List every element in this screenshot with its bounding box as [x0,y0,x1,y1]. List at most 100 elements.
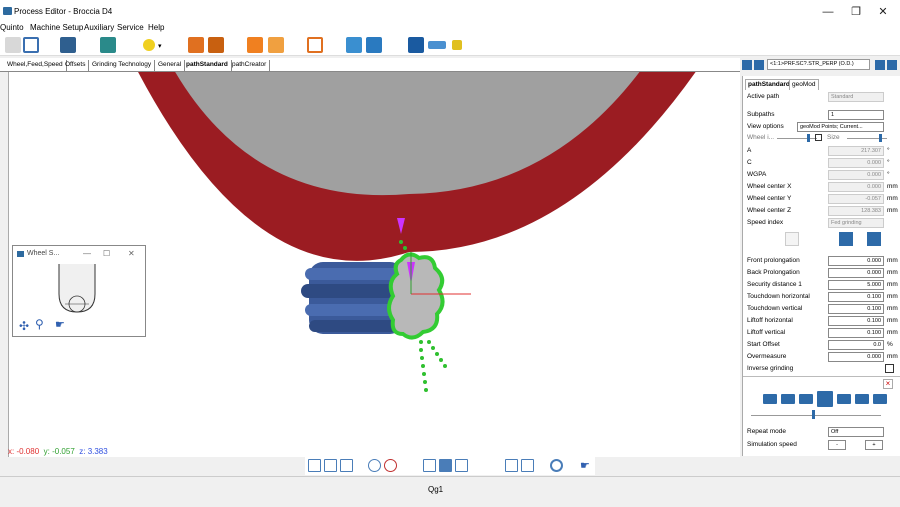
minimize-button[interactable]: — [815,5,841,19]
divider [743,376,900,377]
close-button[interactable]: ✕ [870,5,896,19]
param-input[interactable]: 5.000 [828,280,884,290]
menu-machine-setup[interactable]: Machine Setup [30,23,83,32]
inverse-grinding-checkbox[interactable] [885,364,894,373]
menu-help[interactable]: Help [148,23,164,32]
zoom-icon[interactable]: ⚲ [35,317,44,331]
edit-icon[interactable] [785,232,799,246]
measure-icon[interactable] [247,37,263,53]
repeat-mode-select[interactable]: Off [828,427,884,437]
record-icon[interactable] [550,459,563,472]
sim-speed-label: Simulation speed [747,441,797,448]
tab-wheel-feed-speed[interactable]: Wheel,Feed,Speed [4,60,67,71]
subpaths-select[interactable]: 1 [828,110,884,120]
field-unit: mm [887,195,898,202]
param-input[interactable]: 0.000 [828,352,884,362]
add-point-icon[interactable] [839,232,853,246]
mini-minimize-button[interactable]: — [83,249,91,258]
probe-tool-icon[interactable] [521,459,534,472]
wand-icon[interactable] [452,40,462,50]
param-input[interactable]: 0.100 [828,292,884,302]
table-icon[interactable] [23,37,39,53]
camera-icon[interactable] [268,37,284,53]
wheel-slider-thumb[interactable] [807,134,810,142]
grid-icon[interactable] [307,37,323,53]
path-select[interactable]: <1:1>PRF.SC?.STR_PERP (O.D.) [767,59,870,70]
sim-speed-plus-button[interactable]: + [865,440,883,450]
param-input[interactable]: 0.0 [828,340,884,350]
step-forward-icon[interactable] [837,394,851,404]
status-bar: Qg1 [0,476,900,507]
pan-icon[interactable]: ✣ [19,319,29,333]
tab-panel-geomod[interactable]: geoMod [789,79,819,90]
pointer-hand-icon[interactable]: ☛ [580,459,590,472]
menu-service[interactable]: Service [117,23,144,32]
panel-menu-icon[interactable] [887,60,897,70]
menu-auxiliary[interactable]: Auxiliary [84,23,114,32]
close-sim-icon[interactable]: × [883,379,893,389]
wheel-checkbox[interactable] [815,134,822,141]
dresser-icon[interactable] [208,37,224,53]
param-input[interactable]: 0.100 [828,304,884,314]
maximize-button[interactable]: ❐ [843,5,869,19]
step-back-icon[interactable] [799,394,813,404]
x-value: -0.080 [16,447,40,456]
top-view-icon[interactable] [455,459,468,472]
panel-nav-icon[interactable] [875,60,885,70]
tab-general[interactable]: General [155,60,186,71]
tab-offsets[interactable]: Offsets [62,60,90,71]
tab-panel-pathstandard[interactable]: pathStandard [745,79,793,90]
tool-icon[interactable] [408,37,424,53]
wheel-shape-window[interactable]: Wheel S... — ☐ ✕ ✣ ⚲ ☛ [12,245,146,337]
rotate-icon[interactable] [346,37,362,53]
measure-tool-icon[interactable] [505,459,518,472]
front-view-icon[interactable] [423,459,436,472]
param-input[interactable]: 0.100 [828,316,884,326]
light-icon[interactable] [143,39,155,51]
param-unit: mm [887,329,898,336]
view-options-select[interactable]: geoMod Points; Current... [797,122,884,132]
fast-forward-icon[interactable] [855,394,869,404]
new-file-icon[interactable] [5,37,21,53]
chevron-down-icon[interactable]: ▾ [158,42,162,50]
param-input[interactable]: 0.100 [828,328,884,338]
mini-close-button[interactable]: ✕ [128,249,135,258]
remove-point-icon[interactable] [867,232,881,246]
active-path-select[interactable]: Standard [828,92,884,102]
tab-pathcreator[interactable]: pathCreator [229,60,271,71]
grinding-icon[interactable] [60,37,76,53]
mini-maximize-button[interactable]: ☐ [103,249,110,258]
wheel-setup-icon[interactable] [188,37,204,53]
process-icon[interactable] [100,37,116,53]
field-row: Wheel center Y -0.057 mm [747,194,898,205]
profile-icon[interactable] [366,37,382,53]
first-frame-icon[interactable] [763,394,777,404]
sim-slider[interactable] [751,415,881,416]
tab-pathstandard[interactable]: pathStandard [183,60,232,71]
mini-window-titlebar[interactable]: Wheel S... — ☐ ✕ [13,246,145,262]
size-slider-thumb[interactable] [879,134,882,142]
param-input[interactable]: 0.000 [828,268,884,278]
last-frame-icon[interactable] [873,394,887,404]
zoom-in-icon[interactable] [368,459,381,472]
axes-icon[interactable] [478,459,491,472]
field-label: Wheel center Y [747,195,792,202]
sim-slider-thumb[interactable] [812,410,815,419]
wheel-slider[interactable] [777,138,817,139]
menu-quinto[interactable]: Quinto [0,23,24,32]
param-input[interactable]: 0.000 [828,256,884,266]
panel-icon-left[interactable] [742,60,752,70]
zoom-out-icon[interactable] [384,459,397,472]
pan-view-icon[interactable] [324,459,337,472]
play-icon[interactable] [817,391,833,407]
probe-icon[interactable] [428,41,446,49]
side-view-icon[interactable] [439,459,452,472]
param-label: Overmeasure [747,353,787,360]
fit-view-icon[interactable] [308,459,321,472]
hand-icon[interactable]: ☛ [55,318,65,331]
rewind-icon[interactable] [781,394,795,404]
panel-icon-right[interactable] [754,60,764,70]
tab-grinding-technology[interactable]: Grinding Technology [89,60,156,71]
rotate-view-icon[interactable] [340,459,353,472]
sim-speed-minus-button[interactable]: - [828,440,846,450]
